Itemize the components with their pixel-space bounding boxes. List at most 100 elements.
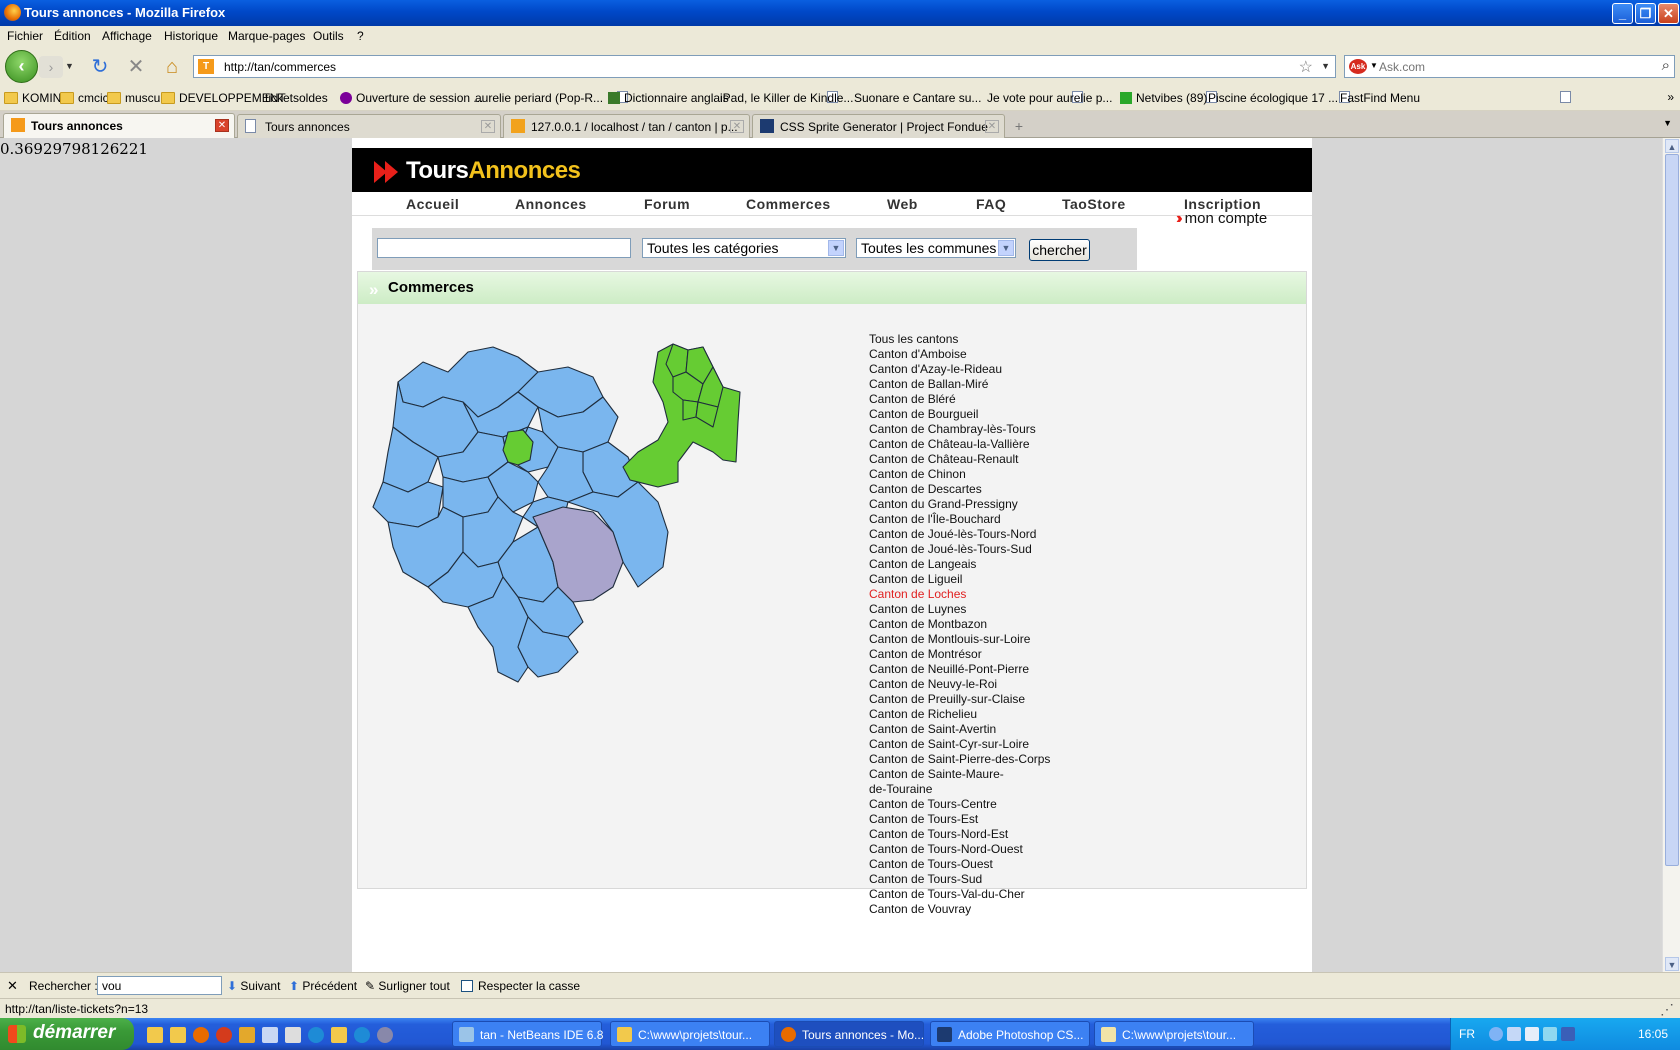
canton-link[interactable]: Canton de Montrésor [869, 647, 1169, 662]
home-icon[interactable]: ⌂ [160, 55, 184, 79]
close-window-button[interactable]: ✕ [1658, 3, 1679, 24]
canton-link[interactable]: Canton de Luynes [869, 602, 1169, 617]
scrollbar-thumb[interactable] [1665, 154, 1679, 866]
chevron-down-icon[interactable]: ▼ [828, 240, 844, 256]
bookmark-item[interactable]: Dictionnaire anglais [608, 91, 729, 105]
tab-close-icon[interactable]: ✕ [481, 120, 495, 133]
scroll-up-icon[interactable]: ▲ [1665, 139, 1679, 153]
nav-web[interactable]: Web [887, 196, 918, 212]
tab-tours-annonces[interactable]: Tours annonces ✕ [237, 114, 501, 138]
firefox-icon[interactable] [4, 4, 21, 21]
commune-select[interactable]: Toutes les communes ▼ [856, 238, 1016, 258]
menu-historique[interactable]: Historique [164, 29, 218, 43]
chevron-down-icon[interactable]: ▼ [998, 240, 1014, 256]
menu-edition[interactable]: Édition [54, 29, 91, 43]
tab-css-sprite[interactable]: CSS Sprite Generator | Project Fondue ✕ [752, 114, 1005, 138]
new-tab-icon[interactable]: + [1007, 115, 1031, 137]
bookmark-item[interactable]: ticketsoldes [265, 91, 628, 105]
find-next-button[interactable]: ⬇ Suivant [227, 979, 280, 993]
search-bar[interactable]: Ask ▼ ⌕ [1344, 55, 1675, 78]
stop-icon[interactable]: ✕ [124, 55, 148, 79]
quicklaunch-folder-icon[interactable] [170, 1027, 186, 1043]
canton-link[interactable]: Canton de Vouvray [869, 902, 1169, 917]
bookmark-item[interactable]: muscu [107, 91, 160, 105]
task-explorer-1[interactable]: C:\www\projets\tour... [610, 1021, 770, 1047]
quicklaunch-app-icon[interactable] [216, 1027, 232, 1043]
canton-link[interactable]: Tous les cantons [869, 332, 1169, 347]
canton-link[interactable]: Canton de Montbazon [869, 617, 1169, 632]
nav-annonces[interactable]: Annonces [515, 196, 587, 212]
canton-link[interactable]: Canton de Tours-Nord-Est [869, 827, 1169, 842]
bookmark-item[interactable]: KOMIN [4, 91, 61, 105]
canton-link[interactable]: Canton d'Amboise [869, 347, 1169, 362]
quicklaunch-folder2-icon[interactable] [331, 1027, 347, 1043]
canton-link[interactable]: Canton de Montlouis-sur-Loire [869, 632, 1169, 647]
tray-device-icon[interactable] [1525, 1027, 1539, 1041]
bookmark-star-icon[interactable]: ☆ [1299, 57, 1313, 77]
quicklaunch-globe-icon[interactable] [377, 1027, 393, 1043]
quicklaunch-ie2-icon[interactable] [354, 1027, 370, 1043]
nav-accueil[interactable]: Accueil [406, 196, 459, 212]
search-engine-icon[interactable]: Ask [1349, 59, 1367, 74]
category-select[interactable]: Toutes les catégories ▼ [642, 238, 846, 258]
canton-link[interactable]: Canton de Saint-Cyr-sur-Loire [869, 737, 1169, 752]
task-explorer-2[interactable]: C:\www\projets\tour... [1094, 1021, 1254, 1047]
start-button[interactable]: démarrer [0, 1018, 134, 1050]
checkbox-icon[interactable] [461, 980, 473, 992]
canton-link[interactable]: Canton de Tours-Centre [869, 797, 1169, 812]
canton-link[interactable]: Canton de l'Île-Bouchard [869, 512, 1169, 527]
menu-help[interactable]: ? [357, 29, 364, 43]
canton-link[interactable]: Canton de Joué-lès-Tours-Nord [869, 527, 1169, 542]
tray-security-icon[interactable] [1561, 1027, 1575, 1041]
url-dropdown-icon[interactable]: ▼ [1321, 61, 1330, 71]
tab-phpmyadmin[interactable]: 127.0.0.1 / localhost / tan / canton | p… [503, 114, 750, 138]
canton-link[interactable]: Canton de Joué-lès-Tours-Sud [869, 542, 1169, 557]
bookmark-item[interactable]: Piscine écologique 17 ... [1208, 91, 1571, 105]
minimize-button[interactable]: _ [1612, 3, 1633, 24]
canton-link[interactable]: Canton de Tours-Nord-Ouest [869, 842, 1169, 857]
scroll-down-icon[interactable]: ▼ [1665, 957, 1679, 971]
tab-list-dropdown-icon[interactable]: ▼ [1663, 118, 1672, 128]
canton-link[interactable]: Canton de Neuillé-Pont-Pierre [869, 662, 1169, 677]
canton-link[interactable]: Canton de Sainte-Maure- [869, 767, 1169, 782]
menu-fichier[interactable]: Fichier [7, 29, 43, 43]
resize-grip-icon[interactable]: ⋰ [1660, 1001, 1674, 1018]
nav-faq[interactable]: FAQ [976, 196, 1006, 212]
canton-link[interactable]: Canton de Tours-Val-du-Cher [869, 887, 1169, 902]
task-firefox[interactable]: Tours annonces - Mo... [774, 1021, 924, 1047]
canton-link[interactable]: Canton de Ligueil [869, 572, 1169, 587]
menu-affichage[interactable]: Affichage [102, 29, 152, 43]
bookmark-item[interactable]: Netvibes (89) [1120, 91, 1207, 105]
back-button[interactable]: ‹ [5, 50, 38, 83]
tray-expand-icon[interactable] [1489, 1027, 1503, 1041]
bookmark-item[interactable]: Suonare e Cantare su... [854, 91, 1217, 105]
canton-link[interactable]: Canton de Château-Renault [869, 452, 1169, 467]
tab-tours-annonces-active[interactable]: Tours annonces ✕ [3, 113, 235, 138]
menu-marque-pages[interactable]: Marque-pages [228, 29, 305, 43]
bookmark-item[interactable]: Ouverture de session ... [340, 91, 483, 105]
site-search-input[interactable] [377, 238, 631, 258]
find-input[interactable] [97, 976, 222, 995]
menu-outils[interactable]: Outils [313, 29, 344, 43]
canton-link[interactable]: de-Touraine [869, 782, 1169, 797]
close-findbar-icon[interactable]: ✕ [7, 978, 18, 994]
canton-link[interactable]: Canton de Richelieu [869, 707, 1169, 722]
canton-link[interactable]: Canton de Neuvy-le-Roi [869, 677, 1169, 692]
maximize-button[interactable]: ❐ [1635, 3, 1656, 24]
canton-link[interactable]: Canton de Tours-Est [869, 812, 1169, 827]
tray-network-icon[interactable] [1507, 1027, 1521, 1041]
bookmark-item[interactable]: iPad, le Killer de Kindle... [720, 91, 1083, 105]
quicklaunch-tool-icon[interactable] [262, 1027, 278, 1043]
quicklaunch-firefox-icon[interactable] [193, 1027, 209, 1043]
search-engine-dropdown-icon[interactable]: ▼ [1370, 61, 1378, 70]
history-dropdown-icon[interactable]: ▼ [65, 61, 74, 71]
search-button[interactable]: chercher [1029, 239, 1090, 261]
bookmark-item[interactable]: cmcic [60, 91, 109, 105]
nav-commerces[interactable]: Commerces [746, 196, 831, 212]
language-indicator[interactable]: FR [1459, 1027, 1475, 1041]
site-logo[interactable]: ToursAnnonces [406, 157, 581, 185]
canton-link[interactable]: Canton de Tours-Ouest [869, 857, 1169, 872]
canton-link[interactable]: Canton de Château-la-Vallière [869, 437, 1169, 452]
bookmarks-overflow-icon[interactable]: » [1667, 90, 1674, 104]
search-icon[interactable]: ⌕ [1662, 57, 1670, 74]
